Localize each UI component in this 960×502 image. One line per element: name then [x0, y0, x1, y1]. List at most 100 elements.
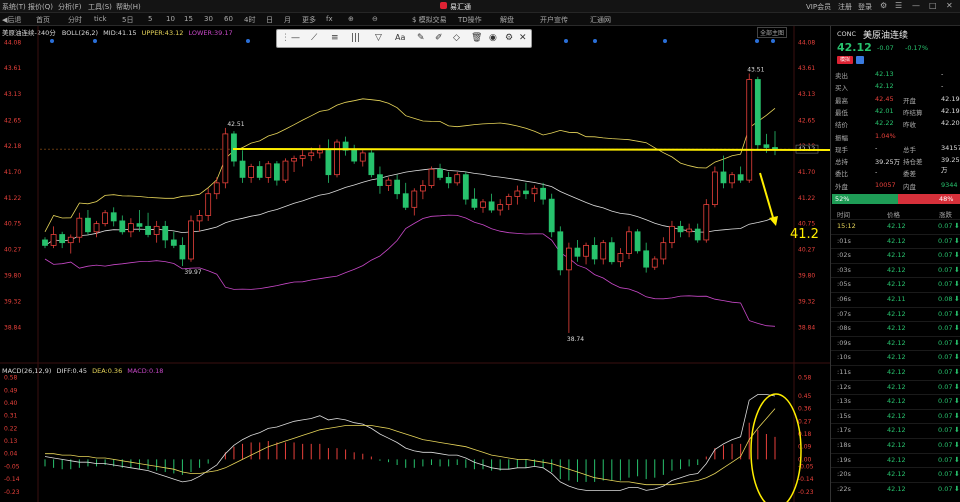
analysis-button[interactable]: 解盘: [500, 15, 514, 25]
candle-body: [299, 155, 306, 159]
period-30[interactable]: 30: [204, 15, 213, 23]
open-account-button[interactable]: 开户宣传: [540, 15, 568, 25]
period-month[interactable]: 月: [284, 15, 291, 25]
settings-icon[interactable]: ⚙: [880, 1, 887, 10]
line-tool-icon[interactable]: —: [291, 33, 300, 43]
trend-tool-icon[interactable]: ⟋: [311, 33, 317, 43]
text-tool[interactable]: Aa: [395, 33, 405, 42]
period-60[interactable]: 60: [224, 15, 233, 23]
fib-tool-icon[interactable]: |||: [351, 33, 360, 43]
down-arrow-icon: ⬇: [954, 441, 960, 449]
period-5day[interactable]: 5日: [122, 15, 133, 25]
macd-right-axis-label: 0.27: [798, 418, 812, 425]
candle-body: [222, 133, 229, 184]
candle-body: [213, 182, 220, 195]
candle-body: [523, 190, 529, 195]
quote-value-2: 42.20: [941, 119, 960, 128]
drawing-toolbar: ⋮ — ⟋ ≡ ||| ▽ Aa ✎ ✐ ◇ 🗑 ◉ ⚙ ✕: [276, 29, 532, 48]
back-button[interactable]: ◀后退: [2, 15, 21, 25]
period-day[interactable]: 日: [266, 15, 273, 25]
huitong-button[interactable]: 汇通网: [590, 15, 611, 25]
macd-y-axis-label: 0.22: [4, 425, 18, 432]
y-axis-right-label: 42.65: [798, 117, 815, 124]
tick-row: :11s 42.12 0.07 ⬇: [831, 365, 960, 378]
tick-price: 42.12: [887, 251, 906, 260]
maximize-icon[interactable]: □: [929, 1, 937, 10]
low-label-left: 39.97: [184, 269, 201, 276]
tick-row: :12s 42.12 0.07 ⬇: [831, 379, 960, 393]
home-button[interactable]: 首页: [36, 15, 50, 25]
minimize-icon[interactable]: —: [912, 1, 920, 10]
tick-change: 0.07: [938, 280, 953, 289]
formula-button[interactable]: fx: [326, 15, 333, 23]
candle-body: [669, 225, 675, 244]
chart-area[interactable]: 美原油连续-240分 BOLL(26,2) MID:41.15 UPPER:43…: [0, 26, 830, 502]
close-icon[interactable]: ✕: [519, 33, 527, 43]
menu-analysis[interactable]: 分析(F): [58, 2, 82, 12]
tick-price: 42.12: [887, 222, 906, 230]
down-arrow-icon: ⬇: [954, 324, 960, 333]
channel-tool-icon[interactable]: ≡: [331, 33, 339, 43]
y-axis-label: 41.70: [4, 169, 21, 176]
menu-help[interactable]: 帮助(H): [116, 2, 141, 12]
menu-tools[interactable]: 工具(S): [88, 2, 112, 12]
brush-icon[interactable]: ✐: [435, 33, 443, 43]
macd-y-axis-label: 0.49: [4, 387, 18, 394]
candle-body: [308, 152, 315, 157]
login-link[interactable]: 登录: [858, 2, 872, 12]
vip-link[interactable]: VIP会员: [806, 2, 831, 12]
zoom-in-icon[interactable]: ⊕: [348, 15, 354, 23]
close-icon[interactable]: ✕: [946, 1, 953, 10]
eye-icon[interactable]: ◉: [489, 33, 497, 43]
candle-body: [50, 234, 57, 246]
candle-body: [686, 228, 693, 233]
more-button[interactable]: 更多: [302, 15, 316, 25]
candle-body: [127, 223, 134, 233]
quote-value-2: 9344: [941, 180, 958, 189]
quote-value: -: [875, 143, 878, 152]
sim-trade-button[interactable]: $ 模拟交易: [412, 15, 447, 25]
tick-row: :17s 42.12 0.07 ⬇: [831, 423, 960, 436]
period-15[interactable]: 15: [184, 15, 193, 23]
info-badge-icon[interactable]: [856, 56, 864, 64]
skin-icon[interactable]: ☰: [895, 1, 902, 10]
candle-body: [368, 152, 375, 176]
tick-time: :01s: [837, 236, 851, 245]
drag-handle-icon[interactable]: ⋮: [281, 33, 290, 43]
menu-system[interactable]: 系统(T): [2, 2, 26, 12]
tick-button[interactable]: tick: [94, 15, 107, 23]
candle-body: [351, 149, 358, 162]
quote-label-2: 开盘: [903, 96, 916, 105]
down-arrow-icon: ⬇: [954, 280, 960, 289]
candle-body: [428, 168, 435, 186]
low-label-mid: 38.74: [567, 336, 584, 343]
td-button[interactable]: TD操作: [458, 15, 482, 25]
menu-quote[interactable]: 报价(Q): [28, 2, 53, 12]
event-marker-icon: [755, 39, 759, 43]
target-arrow-icon: [769, 216, 778, 226]
candle-body: [514, 190, 521, 197]
tick-change: 0.07: [938, 236, 953, 245]
tick-price: 42.12: [887, 236, 906, 245]
zoom-out-icon[interactable]: ⊖: [372, 15, 378, 23]
menu-bar: 系统(T) 报价(Q) 分析(F) 工具(S) 帮助(H) 易汇通 VIP会员 …: [0, 0, 960, 13]
period-10[interactable]: 10: [166, 15, 175, 23]
eraser-icon[interactable]: ◇: [453, 33, 460, 43]
sim-badge[interactable]: 模拟: [837, 56, 853, 64]
y-axis-label: 41.22: [4, 195, 21, 202]
period-4h[interactable]: 4时: [244, 15, 255, 25]
y-axis-right-label: 41.22: [798, 195, 815, 202]
candle-body: [617, 253, 624, 263]
trash-icon[interactable]: 🗑: [471, 33, 482, 43]
period-5[interactable]: 5: [148, 15, 152, 23]
event-marker-icon: [50, 39, 54, 43]
timeshare-button[interactable]: 分时: [68, 15, 82, 25]
gear-icon[interactable]: ⚙: [505, 33, 513, 43]
quote-label: 外盘: [835, 182, 848, 191]
register-link[interactable]: 注册: [838, 2, 852, 12]
quote-value: 1.04%: [875, 131, 896, 140]
candle-body: [153, 225, 160, 235]
pen-icon[interactable]: ✎: [417, 33, 425, 43]
tick-time: :05s: [837, 280, 851, 289]
shape-tool-icon[interactable]: ▽: [375, 33, 382, 43]
